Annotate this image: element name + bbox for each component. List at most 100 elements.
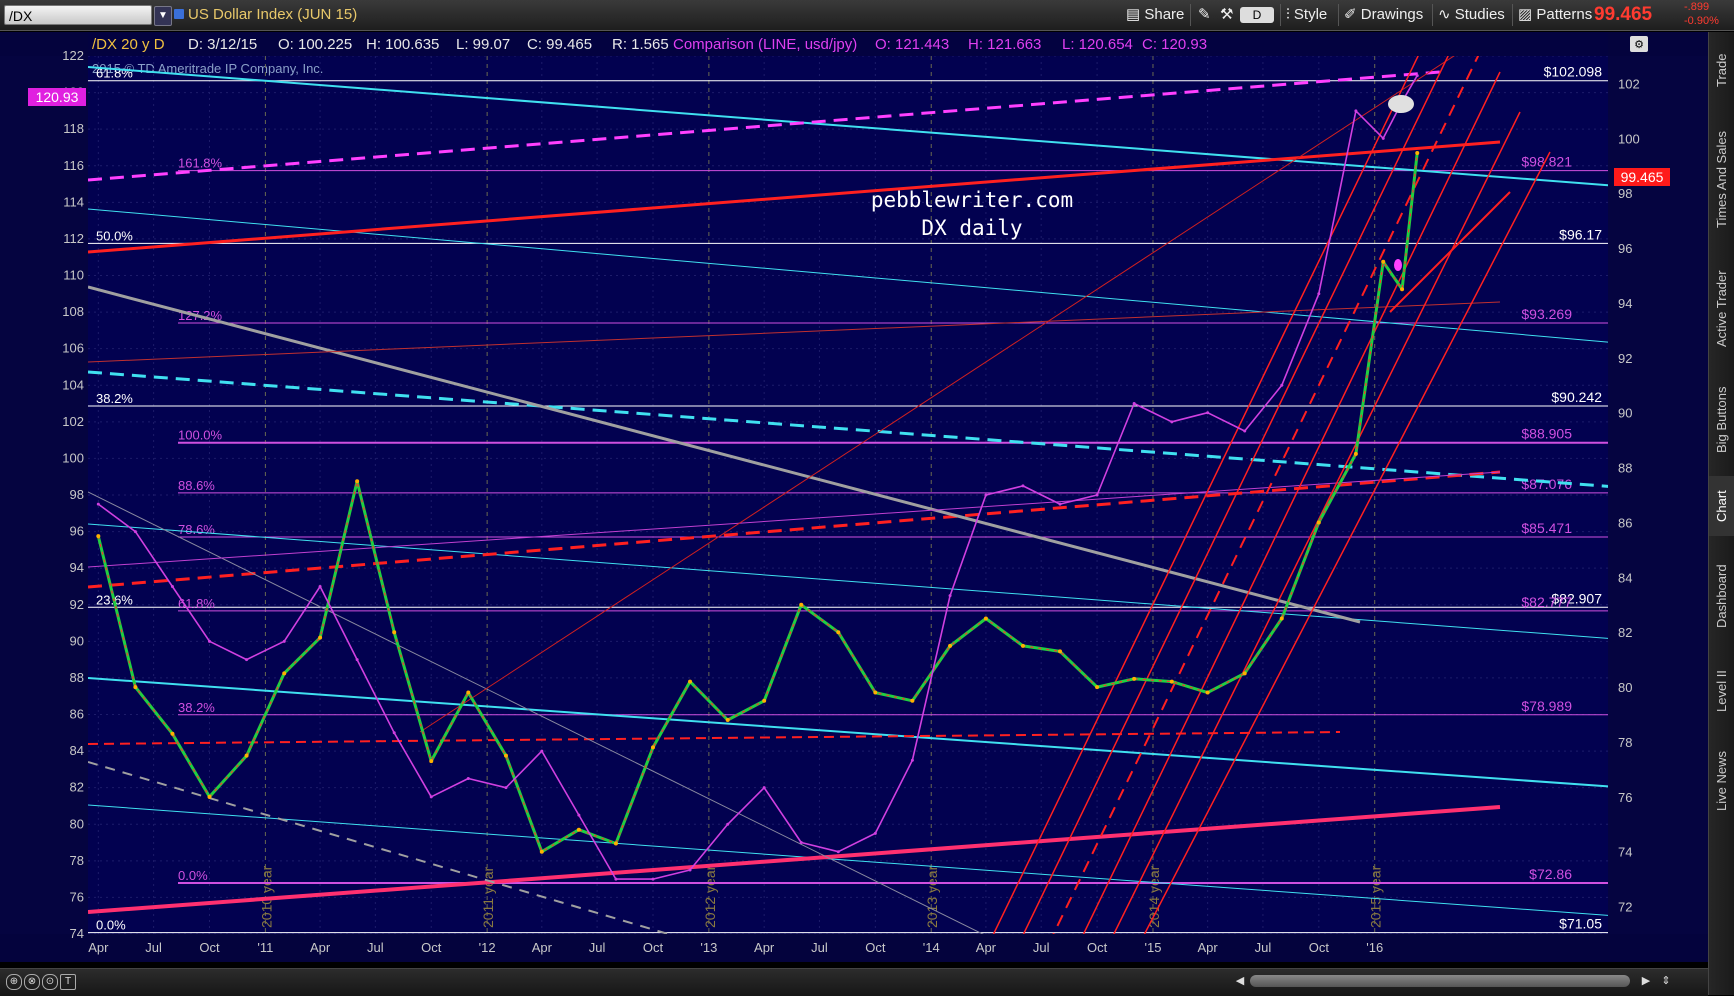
usdjpy-point (355, 658, 359, 662)
wrench-tool-button[interactable]: ⚒ (1216, 4, 1237, 26)
usdjpy-point (1415, 74, 1419, 78)
right-axis-label: 74 (1618, 845, 1632, 860)
price-chart[interactable]: /DX 20 y D D: 3/12/15 O: 100.225 H: 100.… (0, 32, 1708, 962)
x-tick-label: Apr (976, 940, 997, 955)
text-icon[interactable]: T (60, 974, 76, 990)
left-axis-label: 74 (70, 926, 84, 941)
symbol-input[interactable]: /DX (4, 5, 152, 25)
bar-range: R: 1.565 (612, 36, 669, 53)
dx-point (910, 698, 915, 703)
zoom-stepper-icon[interactable]: ⇕ (1660, 973, 1672, 989)
x-tick-label: '12 (479, 940, 496, 955)
scroll-left-icon[interactable]: ◀ (1234, 973, 1246, 989)
left-axis-label: 122 (62, 48, 84, 63)
left-axis-label: 98 (70, 487, 84, 502)
dx-point (1415, 150, 1420, 155)
fib-percent-label: 38.2% (96, 391, 133, 406)
dx-point (1316, 520, 1321, 525)
drawing-icon[interactable]: ⊙ (42, 974, 58, 990)
dx-point (355, 479, 360, 484)
share-button[interactable]: ▤ Share (1122, 4, 1188, 26)
tab-live-news[interactable]: Live News (1709, 736, 1734, 826)
x-tick-label: Oct (1309, 940, 1330, 955)
zoom-in-icon[interactable]: ⊕ (6, 974, 22, 990)
fib-price-label: $88.905 (1521, 426, 1572, 442)
dx-point (539, 849, 544, 854)
right-price-badge: 99.465 (1614, 168, 1670, 186)
left-price-badge: 120.93 (28, 88, 86, 106)
usdjpy-point (392, 731, 396, 735)
horizontal-scrollbar[interactable] (1250, 975, 1630, 987)
x-tick-label: '14 (923, 940, 940, 955)
x-tick-label: Oct (1087, 940, 1108, 955)
dx-point (170, 731, 175, 736)
instrument-icon (174, 9, 184, 19)
x-tick-label: Jul (145, 940, 162, 955)
dx-point (1381, 259, 1386, 264)
tab-big-buttons[interactable]: Big Buttons (1709, 374, 1734, 466)
toolbar-separator (1190, 4, 1191, 26)
fib-price-label: $78.989 (1521, 698, 1572, 714)
usdjpy-point (1317, 292, 1321, 296)
x-tick-label: '11 (257, 940, 273, 955)
right-axis-label: 78 (1618, 735, 1632, 750)
pencil-tool-button[interactable]: ✎ (1194, 4, 1215, 26)
aggregation-d-button[interactable]: D (1240, 7, 1274, 23)
studies-icon: ∿ (1438, 6, 1455, 23)
tab-dashboard[interactable]: Dashboard (1709, 546, 1734, 646)
dx-point (762, 698, 767, 703)
year-marker-label: 2014 year (1146, 865, 1162, 928)
usdjpy-point (540, 749, 544, 753)
tab-active-trader[interactable]: Active Trader (1709, 254, 1734, 364)
dx-point (318, 635, 323, 640)
settings-icon: ⚙ (1634, 39, 1644, 51)
usdjpy-point (429, 795, 433, 799)
x-tick-label: Oct (643, 940, 664, 955)
fib-price-label: $98.821 (1521, 154, 1572, 170)
dx-point (1242, 671, 1247, 676)
tab-level-ii[interactable]: Level II (1709, 656, 1734, 726)
last-price: 99.465 (1594, 4, 1653, 25)
symbol-dropdown-icon[interactable]: ▼ (154, 6, 172, 26)
watermark-line2: DX daily (921, 216, 1022, 240)
style-button[interactable]: ⫶ Style (1282, 4, 1331, 26)
usdjpy-point (1095, 493, 1099, 497)
usdjpy-point (170, 584, 174, 588)
usdjpy-point (1280, 383, 1284, 387)
crosshair-icon[interactable]: ⊗ (24, 974, 40, 990)
fib-price-label: $96.17 (1559, 226, 1602, 242)
tab-times-and-sales[interactable]: Times And Sales (1709, 114, 1734, 244)
usdjpy-point (504, 786, 508, 790)
scroll-right-icon[interactable]: ▶ (1640, 973, 1652, 989)
x-tick-label: Oct (199, 940, 220, 955)
patterns-icon: ▨ (1518, 6, 1537, 23)
comparison-high: H: 121.663 (968, 36, 1041, 53)
drawings-button[interactable]: ✐ Drawings (1340, 4, 1427, 26)
fib-price-label: $90.242 (1551, 389, 1602, 405)
x-tick-label: Apr (310, 940, 331, 955)
tab-chart[interactable]: Chart (1709, 476, 1734, 536)
svg-text:120.93: 120.93 (36, 89, 79, 105)
right-axis-label: 96 (1618, 241, 1632, 256)
dx-point (1279, 616, 1284, 621)
dx-point (1020, 643, 1025, 648)
style-label: Style (1293, 6, 1328, 23)
chart-area[interactable]: /DX 20 y D D: 3/12/15 O: 100.225 H: 100.… (0, 32, 1708, 962)
dx-point (207, 794, 212, 799)
left-axis-label: 118 (63, 121, 84, 136)
dx-point (725, 717, 730, 722)
fib-percent-label: 50.0% (96, 228, 133, 243)
usdjpy-point (1132, 402, 1136, 406)
comparison-target-marker (1394, 259, 1402, 271)
x-tick-label: Jul (367, 940, 384, 955)
left-axis-label: 80 (70, 816, 84, 831)
studies-button[interactable]: ∿ Studies (1434, 4, 1509, 26)
patterns-button[interactable]: ▨ Patterns (1514, 4, 1596, 26)
dx-point (429, 759, 434, 764)
tab-trade[interactable]: Trade (1709, 40, 1734, 100)
year-marker-label: 2013 year (924, 865, 940, 928)
year-marker-label: 2011 year (480, 866, 496, 928)
dx-point (1400, 287, 1405, 292)
right-axis-label: 84 (1618, 570, 1632, 585)
fib-price-label: $85.471 (1521, 520, 1572, 536)
